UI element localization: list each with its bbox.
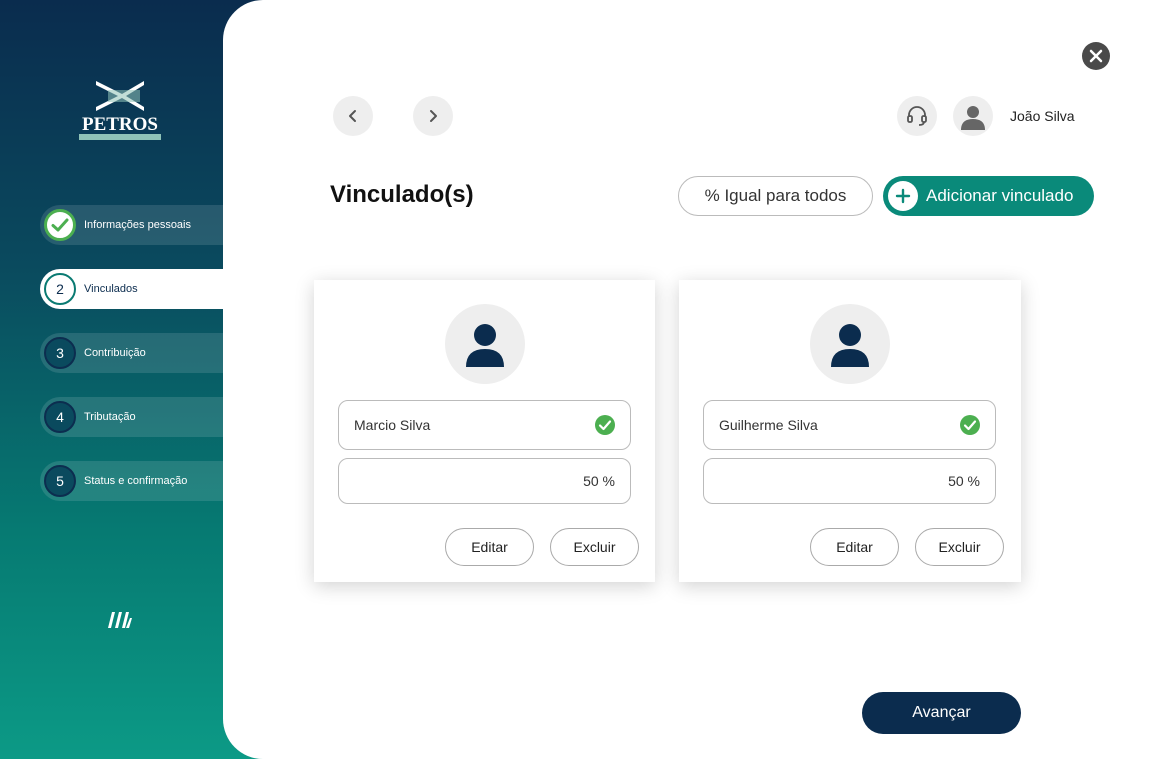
linked-card: Marcio Silva 50 % Editar Excluir — [314, 280, 655, 582]
linked-avatar — [445, 304, 525, 384]
delete-button[interactable]: Excluir — [915, 528, 1004, 566]
main-panel: João Silva Vinculado(s) % Igual para tod… — [223, 0, 1152, 759]
sidebar: PETROS Informações pessoais 2 Vinculados… — [0, 0, 240, 759]
chevron-right-icon — [430, 110, 437, 122]
user-avatar[interactable] — [953, 96, 993, 136]
user-name[interactable]: João Silva — [1010, 108, 1075, 124]
headset-icon — [907, 106, 927, 126]
linked-percent: 50 % — [583, 473, 615, 489]
check-icon — [44, 209, 76, 241]
step-number: 4 — [44, 401, 76, 433]
user-icon — [466, 324, 504, 367]
check-circle-icon — [595, 415, 615, 435]
page-title: Vinculado(s) — [330, 181, 474, 208]
step-label: Contribuição — [84, 347, 146, 359]
step-number: 2 — [44, 273, 76, 305]
equal-percentage-button[interactable]: % Igual para todos — [678, 176, 873, 216]
close-button[interactable] — [1082, 42, 1110, 70]
steps-list: Informações pessoais 2 Vinculados 3 Cont… — [40, 205, 240, 525]
forward-button[interactable] — [413, 96, 453, 136]
linked-name: Guilherme Silva — [719, 417, 818, 433]
linked-percent: 50 % — [948, 473, 980, 489]
step-linked[interactable]: 2 Vinculados — [40, 269, 240, 309]
add-linked-button[interactable]: Adicionar vinculado — [883, 176, 1094, 216]
step-label: Informações pessoais — [84, 219, 191, 231]
linked-name-field[interactable]: Marcio Silva — [338, 400, 631, 450]
edit-button[interactable]: Editar — [445, 528, 534, 566]
petros-logo: PETROS — [78, 78, 162, 142]
step-taxation[interactable]: 4 Tributação — [40, 397, 240, 437]
back-button[interactable] — [333, 96, 373, 136]
step-status-confirmation[interactable]: 5 Status e confirmação — [40, 461, 240, 501]
support-button[interactable] — [897, 96, 937, 136]
linked-percent-field[interactable]: 50 % — [703, 458, 996, 504]
step-label: Status e confirmação — [84, 475, 188, 487]
delete-button[interactable]: Excluir — [550, 528, 639, 566]
petros-logo-text: PETROS — [82, 114, 158, 135]
linked-name-field[interactable]: Guilherme Silva — [703, 400, 996, 450]
chevron-left-icon — [349, 110, 356, 122]
step-label: Vinculados — [84, 283, 138, 295]
close-icon — [1089, 49, 1103, 63]
step-contribution[interactable]: 3 Contribuição — [40, 333, 240, 373]
step-personal-info[interactable]: Informações pessoais — [40, 205, 240, 245]
linked-card: Guilherme Silva 50 % Editar Excluir — [679, 280, 1021, 582]
user-icon — [831, 324, 869, 367]
check-circle-icon — [960, 415, 980, 435]
linked-avatar — [810, 304, 890, 384]
step-label: Tributação — [84, 411, 136, 423]
linked-percent-field[interactable]: 50 % — [338, 458, 631, 504]
step-number: 5 — [44, 465, 76, 497]
add-linked-label: Adicionar vinculado — [926, 186, 1074, 205]
plus-icon — [888, 181, 918, 211]
next-button[interactable]: Avançar — [862, 692, 1021, 734]
linked-name: Marcio Silva — [354, 417, 431, 433]
user-icon — [961, 106, 985, 130]
step-number: 3 — [44, 337, 76, 369]
brand-mark-icon — [104, 604, 136, 636]
edit-button[interactable]: Editar — [810, 528, 899, 566]
petros-logo-mark: PETROS — [79, 81, 161, 140]
